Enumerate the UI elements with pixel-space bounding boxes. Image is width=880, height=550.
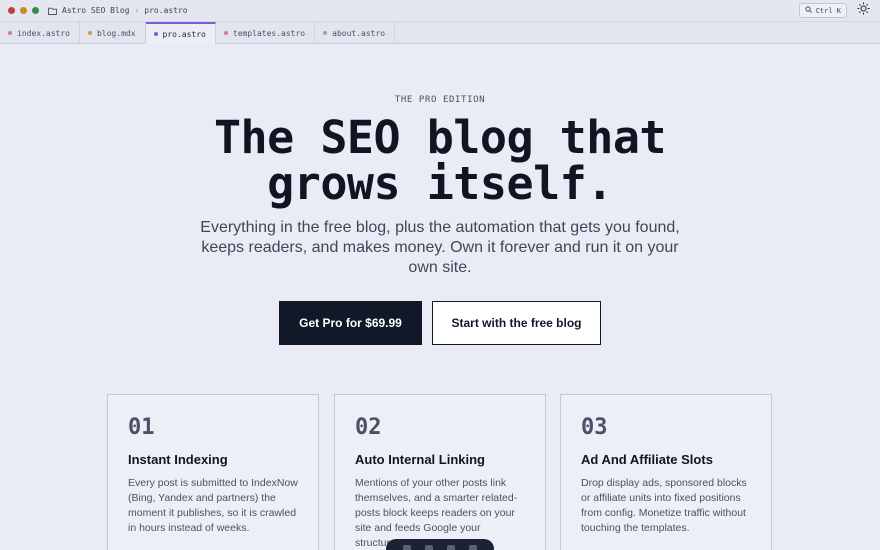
theme-toggle-button[interactable]	[856, 2, 870, 20]
feature-description: Every post is submitted to IndexNow (Bin…	[128, 477, 298, 534]
window-controls	[8, 7, 39, 14]
editor-tabs: index.astro blog.mdx pro.astro templates…	[0, 22, 880, 44]
tab-about[interactable]: about.astro	[315, 22, 396, 44]
toolbar-tool-icon[interactable]	[403, 545, 411, 550]
feature-card-internal-linking: 02 Auto Internal Linking Mentions of you…	[334, 394, 546, 550]
headline-line-1: The SEO blog that	[213, 111, 667, 164]
feature-title: Ad And Affiliate Slots	[581, 452, 713, 467]
get-pro-button[interactable]: Get Pro for $69.99	[279, 301, 422, 345]
tab-label: about.astro	[332, 28, 386, 38]
breadcrumb-file[interactable]: pro.astro	[144, 6, 187, 15]
page-title: The SEO blog that grows itself.	[0, 115, 880, 207]
file-dot-icon	[8, 31, 12, 35]
floating-toolbar	[386, 539, 494, 550]
file-dot-icon	[323, 31, 328, 35]
tab-index[interactable]: index.astro	[0, 22, 80, 44]
file-dot-icon	[223, 31, 228, 35]
tab-label: pro.astro	[162, 29, 206, 39]
feature-title: Auto Internal Linking	[355, 452, 485, 467]
tab-label: index.astro	[17, 28, 70, 38]
minimize-window-button[interactable]	[20, 7, 27, 14]
sun-icon	[857, 2, 870, 20]
toolbar-tool-icon[interactable]	[469, 545, 477, 550]
search-shortcut-label: Ctrl K	[815, 6, 841, 15]
breadcrumb-project[interactable]: Astro SEO Blog	[62, 6, 129, 15]
tab-label: blog.mdx	[96, 28, 136, 38]
feature-title: Instant Indexing	[128, 452, 228, 467]
feature-card-instant-indexing: 01 Instant Indexing Every post is submit…	[107, 394, 319, 550]
feature-card-ad-slots: 03 Ad And Affiliate Slots Drop display a…	[560, 394, 772, 550]
feature-description: Drop display ads, sponsored blocks or af…	[581, 477, 747, 534]
breadcrumb: Astro SEO Blog › pro.astro	[48, 6, 188, 15]
tab-blog[interactable]: blog.mdx	[80, 22, 146, 44]
feature-number: 03	[581, 415, 608, 440]
folder-icon	[48, 7, 57, 15]
headline-line-2: grows itself.	[267, 157, 613, 210]
search-icon	[805, 6, 812, 15]
hero-subtitle: Everything in the free blog, plus the au…	[200, 219, 680, 276]
feature-number: 02	[355, 415, 382, 440]
file-dot-icon	[153, 32, 158, 36]
close-window-button[interactable]	[8, 7, 15, 14]
toolbar-tool-icon[interactable]	[425, 545, 433, 550]
tab-pro[interactable]: pro.astro	[145, 22, 216, 44]
maximize-window-button[interactable]	[32, 7, 39, 14]
eyebrow-label: THE PRO EDITION	[394, 95, 486, 105]
breadcrumb-separator-icon: ›	[134, 6, 140, 15]
free-blog-button[interactable]: Start with the free blog	[432, 301, 601, 345]
feature-number: 01	[128, 415, 155, 440]
toolbar-tool-icon[interactable]	[447, 545, 455, 550]
command-search-button[interactable]: Ctrl K	[798, 3, 847, 18]
tab-templates[interactable]: templates.astro	[216, 22, 316, 44]
title-bar: Astro SEO Blog › pro.astro Ctrl K	[0, 0, 880, 22]
file-dot-icon	[87, 31, 92, 35]
tab-label: templates.astro	[232, 28, 306, 38]
